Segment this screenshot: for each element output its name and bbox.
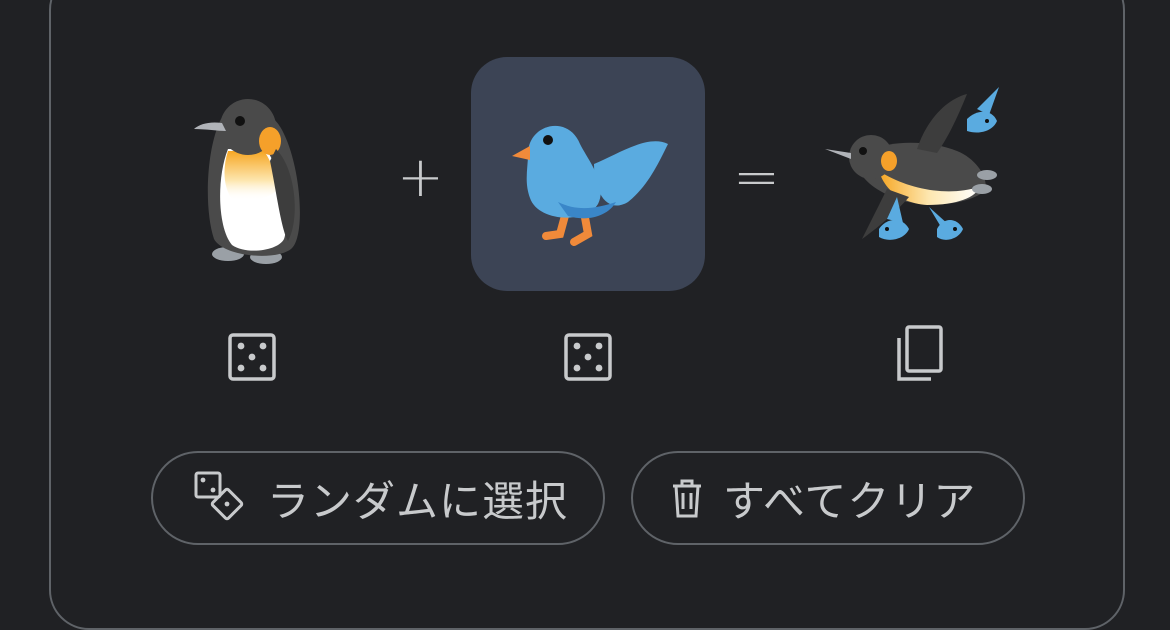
dice-icon: [228, 333, 276, 381]
right-emoji-slot[interactable]: [471, 57, 705, 291]
left-random-button[interactable]: [224, 329, 280, 385]
plus-sign: +: [397, 145, 444, 210]
equals-sign: =: [733, 145, 780, 210]
left-emoji-slot[interactable]: [134, 57, 368, 291]
random-select-label: ランダムに選択: [267, 476, 569, 526]
clear-all-label: すべてクリア: [723, 476, 977, 526]
dice-pair-icon: [193, 470, 249, 526]
penguin-with-birds-icon: [825, 87, 999, 240]
trash-icon: [669, 477, 705, 519]
clear-all-button[interactable]: すべてクリア: [631, 451, 1025, 545]
dice-icon: [564, 333, 612, 381]
result-emoji-slot[interactable]: [800, 57, 1034, 291]
copy-button[interactable]: [891, 325, 947, 382]
right-random-button[interactable]: [560, 329, 616, 385]
random-select-button[interactable]: ランダムに選択: [151, 451, 605, 545]
bird-icon: [512, 125, 668, 246]
penguin-icon: [194, 99, 300, 264]
copy-icon: [897, 325, 943, 381]
